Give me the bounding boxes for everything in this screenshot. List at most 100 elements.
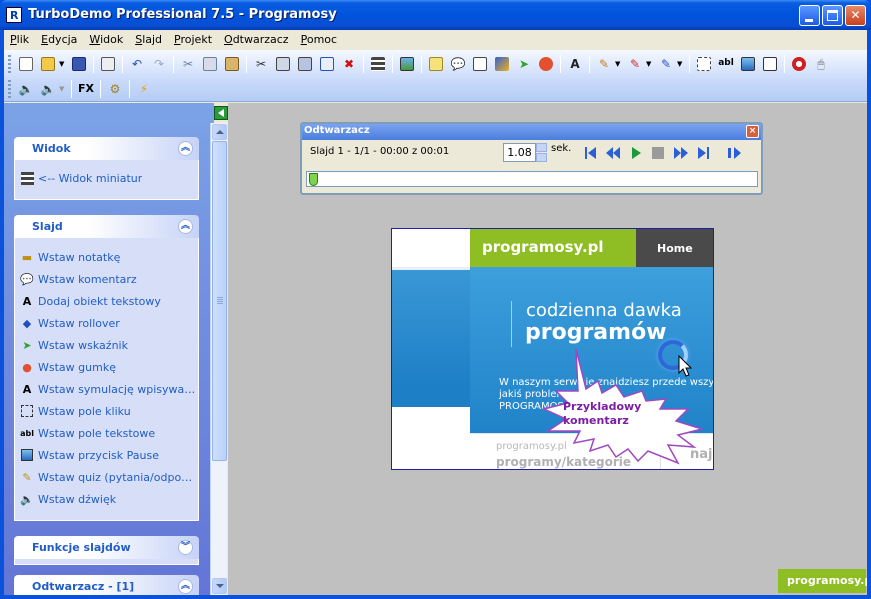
section-header-funkcje-slajdow[interactable]: Funkcje slajdów ︾: [14, 536, 199, 559]
sidebar-item-thumbnails[interactable]: <-- Widok miniatur: [19, 169, 199, 187]
eraser-tool-icon[interactable]: [536, 54, 556, 74]
brush-tool-icon[interactable]: ✎: [656, 54, 676, 74]
spin-up-icon[interactable]: [536, 143, 547, 152]
menu-plik[interactable]: Plik: [4, 30, 35, 50]
slide-workspace[interactable]: Odtwarzacz × Slajd 1 - 1/1 - 00:00 z 00:…: [228, 103, 867, 595]
slide-preview[interactable]: programosy.pl Home codzienna dawka progr…: [391, 228, 714, 470]
sidebar-item-pause-button[interactable]: Wstaw przycisk Pause: [19, 446, 199, 464]
play-button[interactable]: [627, 145, 645, 161]
menu-slajd[interactable]: Slajd: [129, 30, 168, 50]
last-slide-button[interactable]: [694, 145, 712, 161]
marker-tool-icon[interactable]: ✎: [625, 54, 645, 74]
pen-dropdown-icon[interactable]: ▼: [615, 60, 622, 68]
sidebar-item-comment[interactable]: 💬 Wstaw komentarz: [19, 270, 199, 288]
comment-tool-icon[interactable]: 💬: [448, 54, 468, 74]
new-file-icon[interactable]: [16, 54, 36, 74]
print-preview-icon[interactable]: [98, 54, 118, 74]
task-pane-scrollbar[interactable]: [210, 123, 227, 595]
open-dropdown-icon[interactable]: ▼: [59, 60, 66, 68]
menu-pomoc[interactable]: Pomoc: [295, 30, 343, 50]
minimize-button[interactable]: [799, 5, 820, 26]
speaker-icon[interactable]: 🔈: [16, 79, 36, 99]
marker-dropdown-icon[interactable]: ▼: [646, 60, 653, 68]
redo-icon[interactable]: ↷: [149, 54, 169, 74]
section-header-slajd[interactable]: Slajd ︽: [14, 215, 199, 238]
section-header-odtwarzacz[interactable]: Odtwarzacz - [1] ︽: [14, 575, 199, 595]
lightning-icon[interactable]: ⚡: [134, 79, 154, 99]
sidebar-item-click-area[interactable]: Wstaw pole kliku: [19, 402, 199, 420]
sidebar-item-note[interactable]: ▬ Wstaw notatkę: [19, 248, 199, 266]
sound-dropdown-icon[interactable]: ▼: [59, 85, 66, 93]
paste-icon[interactable]: [222, 54, 242, 74]
speed-input[interactable]: 1.08: [503, 143, 536, 162]
sidebar-item-textbox[interactable]: abl Wstaw pole tekstowe: [19, 424, 199, 442]
rewind-button[interactable]: [604, 145, 622, 161]
sidebar-item-quiz[interactable]: ✎ Wstaw quiz (pytania/odpowiedzi): [19, 468, 199, 486]
copy-icon[interactable]: [200, 54, 220, 74]
sidebar-item-pointer[interactable]: ➤ Wstaw wskaźnik: [19, 336, 199, 354]
collapse-chevron-icon[interactable]: ︽: [178, 219, 193, 234]
paste-slide-icon[interactable]: [295, 54, 315, 74]
scroll-thumb[interactable]: [212, 141, 227, 461]
speaker-disabled-icon[interactable]: 🔈: [38, 79, 58, 99]
text-tool-icon[interactable]: [470, 54, 490, 74]
cut-slide-icon[interactable]: ✂: [251, 54, 271, 74]
pause-tool-icon[interactable]: [738, 54, 758, 74]
quiz-tool-icon[interactable]: [760, 54, 780, 74]
close-button[interactable]: ✕: [845, 5, 866, 26]
scroll-down-icon[interactable]: [212, 578, 227, 594]
note-tool-icon[interactable]: [426, 54, 446, 74]
textbox-tool-icon[interactable]: abl: [716, 54, 736, 74]
help-lifebuoy-icon[interactable]: [789, 54, 809, 74]
collapse-chevron-icon[interactable]: ︽: [178, 579, 193, 594]
fast-forward-button[interactable]: [672, 145, 690, 161]
delete-slide-icon[interactable]: ✖: [339, 54, 359, 74]
section-header-widok[interactable]: Widok ︽: [14, 137, 199, 160]
menu-projekt[interactable]: Projekt: [168, 30, 218, 50]
sidebar-item-rollover[interactable]: ◆ Wstaw rollover: [19, 314, 199, 332]
image-icon[interactable]: [397, 54, 417, 74]
stop-button[interactable]: [649, 145, 667, 161]
toolbar-grip[interactable]: [8, 79, 11, 98]
thumbnails-view-icon[interactable]: [368, 54, 388, 74]
menu-odtwarzacz[interactable]: Odtwarzacz: [218, 30, 295, 50]
effects-icon[interactable]: FX: [76, 79, 96, 99]
click-area-tool-icon[interactable]: [694, 54, 714, 74]
playback-slider-knob[interactable]: [309, 173, 318, 186]
menu-edycja[interactable]: Edycja: [35, 30, 83, 50]
settings-gears-icon[interactable]: ⚙: [105, 79, 125, 99]
app-icon[interactable]: R: [6, 7, 22, 23]
sidebar-item-typing-simulation[interactable]: A Wstaw symulację wpisywania t...: [19, 380, 199, 398]
scroll-up-icon[interactable]: [212, 124, 227, 140]
open-folder-icon[interactable]: [38, 54, 58, 74]
brush-dropdown-icon[interactable]: ▼: [677, 60, 684, 68]
sidebar-item-eraser[interactable]: ● Wstaw gumkę: [19, 358, 199, 376]
sidebar-item-text-object[interactable]: A Dodaj obiekt tekstowy: [19, 292, 199, 310]
spin-down-icon[interactable]: [536, 153, 547, 162]
section-body-widok: <-- Widok miniatur: [14, 160, 199, 200]
copy-slide-icon[interactable]: [273, 54, 293, 74]
sidebar-item-sound[interactable]: 🔈 Wstaw dźwięk: [19, 490, 199, 508]
mouse-icon[interactable]: 🖱: [811, 54, 831, 74]
menu-widok[interactable]: Widok: [83, 30, 129, 50]
cut-icon[interactable]: ✂: [178, 54, 198, 74]
playback-slider[interactable]: [306, 171, 758, 187]
speed-spinner[interactable]: [536, 143, 547, 162]
pen-tool-icon[interactable]: ✎: [594, 54, 614, 74]
player-title-bar[interactable]: Odtwarzacz ×: [302, 124, 761, 140]
player-close-button[interactable]: ×: [746, 125, 759, 138]
goto-slide-button[interactable]: [726, 145, 744, 161]
save-icon[interactable]: [69, 54, 89, 74]
insert-slide-icon[interactable]: [317, 54, 337, 74]
maximize-button[interactable]: [822, 5, 843, 26]
collapse-chevron-icon[interactable]: ︽: [178, 141, 193, 156]
pointer-tool-icon[interactable]: ➤: [514, 54, 534, 74]
typing-tool-icon[interactable]: A: [565, 54, 585, 74]
rollover-tool-icon[interactable]: [492, 54, 512, 74]
undo-icon[interactable]: ↶: [127, 54, 147, 74]
pane-toggle-button[interactable]: [214, 106, 228, 120]
first-slide-button[interactable]: [582, 145, 600, 161]
title-bar[interactable]: R TurboDemo Professional 7.5 - Programos…: [0, 0, 871, 30]
toolbar-grip[interactable]: [8, 54, 11, 73]
expand-chevron-icon[interactable]: ︾: [178, 540, 193, 555]
